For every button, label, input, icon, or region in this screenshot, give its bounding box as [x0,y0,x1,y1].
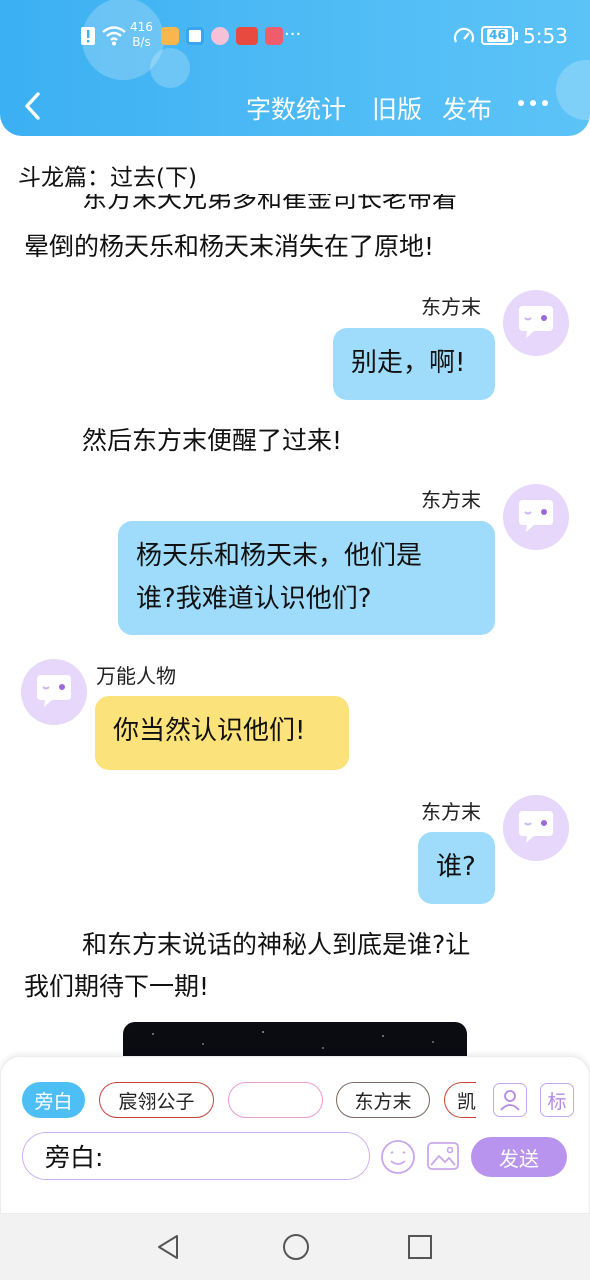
role-manager-button[interactable] [493,1083,527,1117]
more-notifications: ··· [284,24,302,45]
alert-icon [80,26,96,46]
message-text: 谁?我难道认识他们? [136,584,372,614]
clock: 5:53 [523,24,568,48]
message-bubble[interactable]: 你当然认识他们! [95,696,349,770]
nav-home-icon[interactable] [281,1232,311,1266]
old-version-button[interactable]: 旧版 [372,90,422,126]
flower-app-icon [211,27,229,45]
role-chip[interactable]: 东方末 [336,1082,430,1118]
shop-app-icon [236,27,258,45]
image-icon[interactable] [426,1140,460,1176]
role-chip[interactable]: 宸翎公子 [99,1082,214,1118]
paragraph-3-line-2: 我们期待下一期! [24,972,210,1001]
top-nav: 字数统计 旧版 发布 [0,82,590,130]
paragraph-partial: 东方末天兄弟多和崔金司长老带着 [82,194,458,213]
publish-button[interactable]: 发布 [442,90,492,126]
message-text: 你当然认识他们! [113,716,306,746]
back-button[interactable] [18,86,48,126]
network-speed: 416 B/s [130,20,153,50]
message-bubble[interactable]: 别走，啊! [333,328,495,400]
message-input[interactable]: 旁白: [22,1132,370,1180]
word-count-button[interactable]: 字数统计 [246,90,346,126]
app-notify-icon [161,27,179,45]
search-app-icon [186,27,204,45]
message-text: 谁? [436,852,476,882]
person-icon [500,1090,520,1111]
mark-button[interactable]: 标 [540,1083,574,1117]
notification-app-icons [161,27,290,45]
speedometer-icon [453,26,475,46]
message-text: 杨天乐和杨天末，他们是 [136,541,423,571]
nav-recents-icon[interactable] [406,1233,434,1265]
emoji-icon[interactable] [380,1139,416,1179]
avatar[interactable] [503,795,569,861]
avatar[interactable] [503,484,569,550]
book-app-icon [265,27,283,45]
avatar[interactable] [503,290,569,356]
message-bubble[interactable]: 杨天乐和杨天末，他们是 谁?我难道认识他们? [118,521,495,635]
paragraph-1: 晕倒的杨天乐和杨天末消失在了原地! [24,232,435,261]
more-icon[interactable] [518,100,548,106]
nav-back-icon[interactable] [155,1233,181,1265]
battery-icon: 46 [481,26,518,45]
system-nav-bar [0,1214,590,1280]
message-text: 别走，啊! [351,348,466,378]
role-chip[interactable]: 凯 [444,1082,476,1118]
paragraph-3-line-1: 和东方末说话的神秘人到底是谁?让 [82,930,471,959]
speaker-name: 东方末 [421,488,481,512]
app-header: 416 B/s ··· 46 5:53 字数统计 旧版 发布 [0,0,590,136]
wifi-icon [101,24,127,46]
story-title: 斗龙篇：过去(下) [18,165,197,191]
avatar[interactable] [21,659,87,725]
network-speed-value: 416 [130,20,153,34]
speaker-name: 东方末 [421,295,481,319]
paragraph-2: 然后东方末便醒了过来! [82,426,343,455]
network-speed-unit: B/s [132,35,151,49]
role-chip-narration[interactable]: 旁白 [22,1082,85,1118]
send-button[interactable]: 发送 [471,1137,567,1177]
status-bar: 416 B/s ··· 46 5:53 [0,20,590,54]
speaker-name: 万能人物 [96,664,176,688]
message-bubble[interactable]: 谁? [418,832,495,904]
role-chip[interactable] [228,1082,323,1118]
story-content: 东方末天兄弟多和崔金司长老带着 晕倒的杨天乐和杨天末消失在了原地! 东方末 别走… [0,194,590,1056]
speaker-name: 东方末 [421,800,481,824]
battery-level: 46 [487,28,508,42]
